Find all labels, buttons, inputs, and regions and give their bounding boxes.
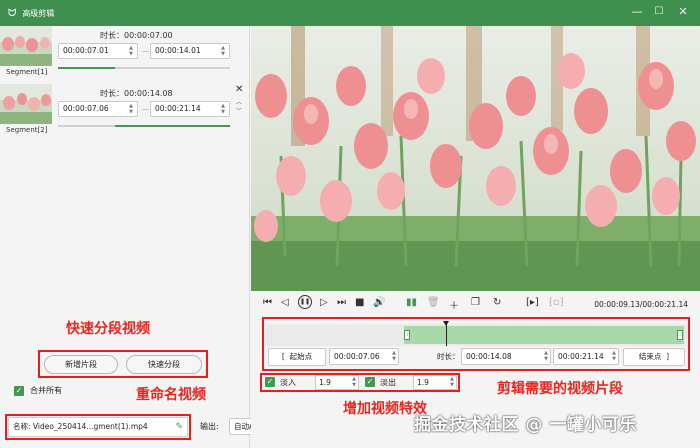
fade-in-input[interactable]: 1.9 ▲ ▼: [315, 375, 359, 390]
tulip-thumbnail-image: [0, 84, 52, 124]
segment-range-fill: [58, 67, 115, 69]
crop-in-icon[interactable]: [▸]: [526, 297, 539, 308]
stepper-icon[interactable]: ▲ ▼: [127, 103, 135, 115]
annotation-quick-segment: 快速分段视频: [66, 321, 150, 337]
range-separator: —: [142, 105, 149, 113]
copy-icon[interactable]: ❐: [471, 297, 480, 308]
segment-item-1[interactable]: Segment[1] 时长：00:00:07.00 00:00:07.01 ▲ ▼…: [0, 26, 250, 82]
app-logo-icon: ᗢ: [8, 7, 17, 19]
file-name-field[interactable]: 名称: Video_250414...gment(1).mp4 ✎: [8, 417, 188, 437]
segment-end-input[interactable]: 00:00:21.14 ▲ ▼: [150, 101, 230, 117]
fade-out-input[interactable]: 1.9 ▲ ▼: [413, 375, 457, 390]
segment-panel: Segment[1] 时长：00:00:07.00 00:00:07.01 ▲ ▼…: [0, 26, 250, 448]
segment-label: Segment[2]: [6, 126, 48, 134]
crop-out-icon[interactable]: [▫]: [549, 297, 564, 308]
file-name-label: 名称:: [13, 422, 31, 431]
minimize-button[interactable]: —: [630, 5, 644, 19]
merge-all-checkbox[interactable]: ✓: [14, 386, 24, 396]
add-icon[interactable]: ＋: [449, 297, 459, 312]
trim-duration-input[interactable]: 00:00:14.08 ▲ ▼: [461, 348, 551, 365]
annotation-rename: 重命名视频: [136, 387, 206, 403]
range-separator: —: [142, 47, 149, 55]
merge-all-label: 合并所有: [30, 386, 62, 395]
segment-range-fill: [114, 125, 230, 127]
title-bar: ᗢ 高级剪辑 — ☐ ✕: [0, 0, 700, 26]
stepper-icon[interactable]: ▲ ▼: [219, 45, 227, 57]
move-up-icon[interactable]: ︿: [236, 97, 242, 106]
maximize-button[interactable]: ☐: [652, 5, 666, 19]
file-name-value: Video_250414...gment(1).mp4: [32, 422, 148, 431]
fade-in-label: 淡入: [280, 378, 296, 387]
prev-frame-icon[interactable]: ◁: [281, 297, 289, 308]
trim-start-handle[interactable]: ⁞: [404, 330, 411, 340]
watermark-text: 掘金技术社区 @ 一罐小可乐: [414, 415, 637, 435]
split-icon[interactable]: ▮▮: [406, 297, 417, 308]
delete-icon[interactable]: 🗑: [427, 297, 440, 308]
segment-label: Segment[1]: [6, 68, 48, 76]
segment-thumbnail: [0, 26, 52, 66]
reset-icon[interactable]: ↻: [493, 297, 501, 308]
tulip-thumbnail-image: [0, 26, 52, 66]
fade-in-checkbox[interactable]: ✓: [265, 377, 275, 387]
volume-icon[interactable]: 🔊: [373, 297, 385, 308]
trim-end-handle[interactable]: ⁞: [677, 330, 683, 340]
pause-icon[interactable]: ❚❚: [298, 295, 312, 309]
stepper-icon[interactable]: ▲ ▼: [219, 103, 227, 115]
window-title: 高级剪辑: [22, 8, 55, 18]
quick-segment-button[interactable]: 快速分段: [126, 355, 202, 374]
end-point-button[interactable]: 结束点 ]: [623, 348, 685, 366]
trim-duration-label: 时长：: [437, 352, 460, 361]
annotation-trim: 剪辑需要的视频片段: [497, 381, 623, 397]
add-segment-button[interactable]: 新增片段: [44, 355, 118, 374]
output-label: 输出:: [200, 422, 219, 431]
fade-out-label: 淡出: [380, 378, 396, 387]
time-readout: 00:00:09.13/00:00:21.14: [594, 300, 688, 309]
segment-thumbnail: [0, 84, 52, 124]
segment-start-input[interactable]: 00:00:07.01 ▲ ▼: [58, 43, 138, 59]
trim-end-input[interactable]: 00:00:21.14 ▲ ▼: [553, 348, 619, 365]
segment-end-input[interactable]: 00:00:14.01 ▲ ▼: [150, 43, 230, 59]
move-down-icon[interactable]: ﹀: [236, 106, 242, 115]
segment-duration: 时长：00:00:14.08: [100, 89, 173, 98]
segment-range-track: [58, 67, 230, 69]
stepper-icon[interactable]: ▲ ▼: [127, 45, 135, 57]
close-window-button[interactable]: ✕: [676, 5, 690, 19]
playhead[interactable]: [443, 321, 450, 346]
stepper-icon[interactable]: ▲ ▼: [352, 376, 356, 388]
skip-start-icon[interactable]: ⏮: [263, 297, 272, 308]
segment-item-2[interactable]: Segment[2] 时长：00:00:14.08 00:00:07.06 ▲ ▼…: [0, 84, 250, 140]
next-frame-icon[interactable]: ▷: [320, 297, 328, 308]
segment-range-track: [58, 125, 230, 127]
remove-segment-icon[interactable]: ✕: [235, 84, 243, 95]
stop-icon[interactable]: ■: [355, 297, 364, 308]
start-point-button[interactable]: [ 起始点: [268, 348, 326, 366]
trim-timeline[interactable]: ⁞ ⁞: [265, 321, 687, 346]
video-preview[interactable]: [251, 26, 700, 291]
stepper-icon[interactable]: ▲ ▼: [544, 350, 548, 362]
segment-duration: 时长：00:00:07.00: [100, 31, 173, 40]
stepper-icon[interactable]: ▲ ▼: [450, 376, 454, 388]
fade-out-checkbox[interactable]: ✓: [365, 377, 375, 387]
tulip-field-image: [251, 26, 700, 291]
stepper-icon[interactable]: ▲ ▼: [612, 350, 616, 362]
trim-start-input[interactable]: 00:00:07.06 ▲ ▼: [329, 348, 399, 365]
segment-start-input[interactable]: 00:00:07.06 ▲ ▼: [58, 101, 138, 117]
edit-name-icon[interactable]: ✎: [175, 418, 183, 436]
stepper-icon[interactable]: ▲ ▼: [392, 350, 396, 362]
skip-end-icon[interactable]: ⏭: [337, 297, 346, 308]
